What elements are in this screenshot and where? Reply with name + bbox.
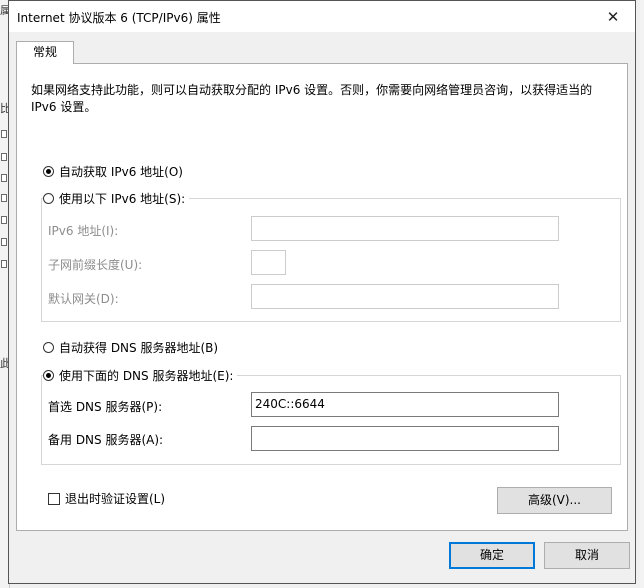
ipv6-properties-dialog: Internet 协议版本 6 (TCP/IPv6) 属性 ✕ 常规 如果网络支…: [8, 0, 636, 584]
background-checkbox-icon: [1, 130, 7, 138]
auto-ipv6-label: 自动获取 IPv6 地址(O): [59, 165, 183, 179]
manual-ipv6-radio[interactable]: 使用以下 IPv6 地址(S):: [43, 190, 190, 207]
tab-general[interactable]: 常规: [16, 41, 74, 64]
checkbox-unchecked-icon: [48, 492, 60, 505]
auto-dns-radio[interactable]: 自动获得 DNS 服务器地址(B): [43, 339, 223, 356]
manual-dns-radio[interactable]: 使用下面的 DNS 服务器地址(E):: [43, 367, 238, 384]
preferred-dns-label: 首选 DNS 服务器(P):: [48, 400, 163, 414]
radio-checked-icon: [43, 370, 54, 381]
background-checkbox-icon: [1, 260, 7, 268]
background-checkbox-icon: [1, 174, 7, 182]
validate-on-exit-label: 退出时验证设置(L): [65, 492, 166, 506]
auto-ipv6-radio[interactable]: 自动获取 IPv6 地址(O): [43, 163, 187, 180]
default-gateway-label: 默认网关(D):: [48, 292, 119, 306]
auto-dns-label: 自动获得 DNS 服务器地址(B): [59, 341, 219, 355]
background-checkbox-icon: [1, 153, 7, 161]
manual-ipv6-label: 使用以下 IPv6 地址(S):: [59, 192, 186, 206]
radio-unchecked-icon: [43, 193, 54, 204]
alternate-dns-label: 备用 DNS 服务器(A):: [48, 433, 164, 447]
background-window-edge-right: [640, 0, 644, 588]
subnet-prefix-field[interactable]: [251, 250, 286, 275]
ipv6-address-field[interactable]: [251, 216, 559, 241]
background-checkbox-icon: [1, 216, 7, 224]
close-button[interactable]: ✕: [591, 1, 635, 32]
close-icon: ✕: [606, 7, 620, 26]
alternate-dns-field[interactable]: [251, 426, 559, 451]
radio-unchecked-icon: [43, 342, 54, 353]
cancel-button[interactable]: 取消: [544, 542, 630, 569]
ipv6-address-label: IPv6 地址(I):: [48, 224, 119, 238]
title-bar: Internet 协议版本 6 (TCP/IPv6) 属性 ✕: [9, 1, 635, 32]
manual-dns-label: 使用下面的 DNS 服务器地址(E):: [59, 369, 234, 383]
general-tab-panel: 如果网络支持此功能，则可以自动获取分配的 IPv6 设置。否则，你需要向网络管理…: [16, 63, 628, 531]
default-gateway-field[interactable]: [251, 284, 559, 309]
radio-checked-icon: [43, 166, 54, 177]
background-checkbox-icon: [1, 238, 7, 246]
background-checkbox-icon: [1, 194, 7, 202]
validate-on-exit-checkbox[interactable]: 退出时验证设置(L): [48, 490, 165, 507]
window-title: Internet 协议版本 6 (TCP/IPv6) 属性: [17, 11, 221, 25]
ok-button[interactable]: 确定: [449, 542, 535, 569]
preferred-dns-field[interactable]: 240C::6644: [251, 392, 559, 417]
dns-settings-group: [41, 375, 621, 465]
advanced-button[interactable]: 高级(V)...: [497, 487, 612, 514]
subnet-prefix-label: 子网前缀长度(U):: [48, 258, 143, 272]
description-text: 如果网络支持此功能，则可以自动获取分配的 IPv6 设置。否则，你需要向网络管理…: [31, 83, 593, 114]
